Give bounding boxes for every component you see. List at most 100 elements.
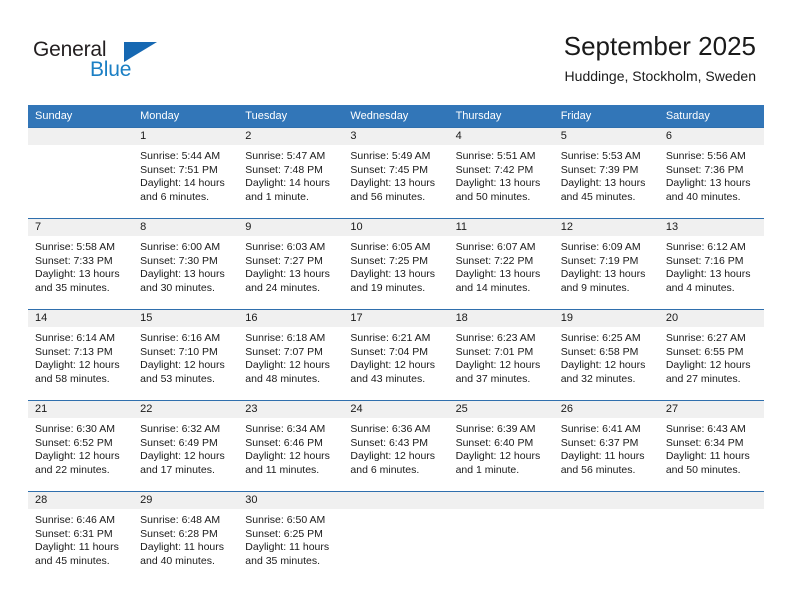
calendar-day-cell[interactable]: 22 Sunrise: 6:32 AM Sunset: 6:49 PM Dayligh… [133,400,239,492]
calendar-day-cell[interactable]: 29 Sunrise: 6:48 AM Sunset: 6:28 PM Dayligh… [133,491,239,582]
daylight-text-line2: and 37 minutes. [455,372,531,385]
calendar-day-cell[interactable]: 28 Sunrise: 6:46 AM Sunset: 6:31 PM Dayligh… [28,491,134,582]
calendar-page: General Blue September 2025 Huddinge, St… [0,0,792,612]
calendar-day-cell[interactable]: 20 Sunrise: 6:27 AM Sunset: 6:55 PM Dayligh… [658,309,764,401]
daylight-text-line1: Daylight: 13 hours [350,268,436,280]
day-cell-inner: 18 Sunrise: 6:23 AM Sunset: 7:01 PM Dayligh… [448,310,554,400]
sunrise-text: Sunrise: 5:53 AM [560,150,641,162]
sunset-text: Sunset: 7:16 PM [665,254,744,267]
daylight-text-line2: and 6 minutes. [350,463,420,476]
calendar-day-cell[interactable]: 13 Sunrise: 6:12 AM Sunset: 7:16 PM Dayligh… [658,218,764,310]
day-cell-inner: 13 Sunrise: 6:12 AM Sunset: 7:16 PM Dayligh… [658,219,764,309]
sunrise-text: Sunrise: 6:25 AM [560,332,641,344]
daylight-text-line2: and 19 minutes. [350,281,426,294]
daylight-text-line1: Daylight: 13 hours [665,177,751,189]
calendar-day-cell[interactable]: 24 Sunrise: 6:36 AM Sunset: 6:43 PM Dayligh… [343,400,449,492]
day-number: 14 [28,310,134,327]
calendar-day-cell[interactable]: 1 Sunrise: 5:44 AM Sunset: 7:51 PM Daylight… [133,127,239,219]
calendar-day-cell[interactable]: 14 Sunrise: 6:14 AM Sunset: 7:13 PM Dayligh… [28,309,134,401]
day-sun-info: Sunrise: 6:46 AM Sunset: 6:31 PM Daylight:… [28,509,133,568]
calendar-day-cell[interactable]: 7 Sunrise: 5:58 AM Sunset: 7:33 PM Daylight… [28,218,134,310]
sunset-text: Sunset: 7:07 PM [245,345,323,358]
calendar-week-row: 14 Sunrise: 6:14 AM Sunset: 7:13 PM Dayligh… [28,309,764,401]
calendar-day-cell[interactable]: 27 Sunrise: 6:43 AM Sunset: 6:34 PM Dayligh… [658,400,764,492]
day-sun-info: Sunrise: 6:48 AM Sunset: 6:28 PM Daylight:… [133,509,238,568]
calendar-day-cell[interactable]: 2 Sunrise: 5:47 AM Sunset: 7:48 PM Daylight… [238,127,344,219]
day-number: 5 [553,128,659,145]
daylight-text-line2: and 4 minutes. [665,281,735,294]
calendar-day-cell[interactable]: 30 Sunrise: 6:50 AM Sunset: 6:25 PM Dayligh… [238,491,344,582]
day-number [343,492,449,509]
calendar-day-cell[interactable]: 3 Sunrise: 5:49 AM Sunset: 7:45 PM Daylight… [343,127,449,219]
day-sun-info: Sunrise: 6:41 AM Sunset: 6:37 PM Daylight:… [554,418,659,477]
sunrise-text: Sunrise: 6:30 AM [35,423,115,435]
sunrise-text: Sunrise: 5:47 AM [245,150,326,162]
calendar-day-cell[interactable]: 26 Sunrise: 6:41 AM Sunset: 6:37 PM Dayligh… [553,400,659,492]
calendar-day-cell[interactable]: 25 Sunrise: 6:39 AM Sunset: 6:40 PM Dayligh… [448,400,554,492]
day-cell-inner: 1 Sunrise: 5:44 AM Sunset: 7:51 PM Daylight… [133,128,239,218]
daylight-text-line2: and 45 minutes. [560,190,636,203]
calendar-day-cell[interactable]: 18 Sunrise: 6:23 AM Sunset: 7:01 PM Dayligh… [448,309,554,401]
sunset-text: Sunset: 6:43 PM [350,436,429,449]
calendar-day-cell[interactable]: 10 Sunrise: 6:05 AM Sunset: 7:25 PM Dayligh… [343,218,449,310]
day-sun-info: Sunrise: 6:43 AM Sunset: 6:34 PM Daylight:… [659,418,764,477]
day-sun-info: Sunrise: 6:27 AM Sunset: 6:55 PM Daylight:… [659,327,764,386]
sunrise-text: Sunrise: 6:36 AM [350,423,431,435]
page-title: September 2025 [563,31,756,61]
day-sun-info: Sunrise: 6:21 AM Sunset: 7:04 PM Daylight:… [343,327,448,386]
daylight-text-line2: and 43 minutes. [350,372,426,385]
daylight-text-line1: Daylight: 13 hours [665,268,751,280]
title-block: September 2025 Huddinge, Stockholm, Swed… [564,30,756,86]
day-cell-inner [448,492,554,582]
calendar-day-cell[interactable]: 23 Sunrise: 6:34 AM Sunset: 6:46 PM Dayligh… [238,400,344,492]
calendar-day-cell[interactable]: 16 Sunrise: 6:18 AM Sunset: 7:07 PM Dayligh… [238,309,344,401]
sunrise-text: Sunrise: 6:09 AM [560,241,641,253]
calendar-day-cell[interactable]: 19 Sunrise: 6:25 AM Sunset: 6:58 PM Dayligh… [553,309,659,401]
calendar-day-cell[interactable]: 15 Sunrise: 6:16 AM Sunset: 7:10 PM Dayligh… [133,309,239,401]
calendar-day-cell[interactable]: 6 Sunrise: 5:56 AM Sunset: 7:36 PM Daylight… [658,127,764,219]
calendar-day-cell[interactable]: 17 Sunrise: 6:21 AM Sunset: 7:04 PM Dayligh… [343,309,449,401]
daylight-text-line1: Daylight: 12 hours [140,359,225,371]
daylight-text-line1: Daylight: 11 hours [140,541,224,553]
sunrise-text: Sunrise: 6:50 AM [245,514,326,526]
day-sun-info: Sunrise: 6:50 AM Sunset: 6:25 PM Daylight:… [238,509,343,568]
calendar-day-cell[interactable]: 11 Sunrise: 6:07 AM Sunset: 7:22 PM Dayligh… [448,218,554,310]
sunset-text: Sunset: 7:42 PM [455,163,534,176]
calendar-day-cell[interactable]: 9 Sunrise: 6:03 AM Sunset: 7:27 PM Daylight… [238,218,344,310]
sunset-text: Sunset: 7:36 PM [665,163,744,176]
calendar-day-cell[interactable]: 4 Sunrise: 5:51 AM Sunset: 7:42 PM Daylight… [448,127,554,219]
calendar-day-cell[interactable]: 21 Sunrise: 6:30 AM Sunset: 6:52 PM Dayligh… [28,400,134,492]
calendar-day-cell [448,491,554,582]
day-number: 25 [448,401,554,418]
day-cell-inner: 5 Sunrise: 5:53 AM Sunset: 7:39 PM Daylight… [553,128,659,218]
sunset-text: Sunset: 6:25 PM [245,527,323,540]
day-sun-info: Sunrise: 6:25 AM Sunset: 6:58 PM Daylight:… [554,327,659,386]
sunrise-text: Sunrise: 5:49 AM [350,150,431,162]
daylight-text-line1: Daylight: 13 hours [455,268,541,280]
daylight-text-line2: and 9 minutes. [560,281,630,294]
calendar-day-cell[interactable]: 8 Sunrise: 6:00 AM Sunset: 7:30 PM Daylight… [133,218,239,310]
daylight-text-line2: and 53 minutes. [140,372,215,385]
day-cell-inner: 3 Sunrise: 5:49 AM Sunset: 7:45 PM Daylight… [343,128,449,218]
calendar-week-row: 7 Sunrise: 5:58 AM Sunset: 7:33 PM Daylight… [28,218,764,310]
weekday-header-sunday: Sunday [28,105,134,128]
calendar-day-cell[interactable]: 5 Sunrise: 5:53 AM Sunset: 7:39 PM Daylight… [553,127,659,219]
day-number: 24 [343,401,449,418]
daylight-text-line2: and 48 minutes. [245,372,320,385]
sunrise-text: Sunrise: 6:39 AM [455,423,536,435]
day-cell-inner: 11 Sunrise: 6:07 AM Sunset: 7:22 PM Dayligh… [448,219,554,309]
sunset-text: Sunset: 6:40 PM [455,436,534,449]
day-cell-inner: 23 Sunrise: 6:34 AM Sunset: 6:46 PM Dayligh… [238,401,344,491]
sunset-text: Sunset: 7:27 PM [245,254,323,267]
day-cell-inner [28,128,134,218]
sunset-text: Sunset: 7:13 PM [35,345,113,358]
day-cell-inner: 16 Sunrise: 6:18 AM Sunset: 7:07 PM Dayligh… [238,310,344,400]
general-blue-logo: General Blue [33,38,163,84]
calendar-day-cell[interactable]: 12 Sunrise: 6:09 AM Sunset: 7:19 PM Dayligh… [553,218,659,310]
sunset-text: Sunset: 7:04 PM [350,345,429,358]
sunrise-text: Sunrise: 6:23 AM [455,332,536,344]
day-number: 16 [238,310,344,327]
day-cell-inner: 15 Sunrise: 6:16 AM Sunset: 7:10 PM Dayligh… [133,310,239,400]
daylight-text-line1: Daylight: 11 hours [560,450,645,462]
daylight-text-line1: Daylight: 11 hours [665,450,750,462]
